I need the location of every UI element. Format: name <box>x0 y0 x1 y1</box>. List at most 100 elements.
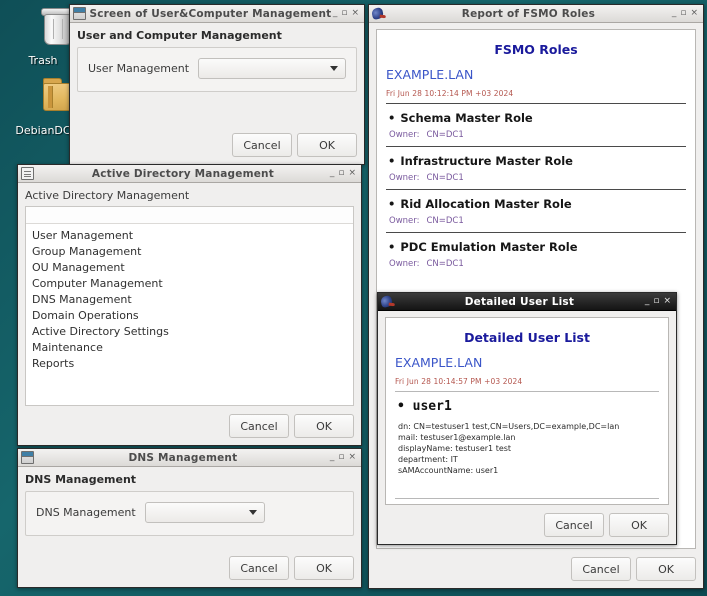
minimize-button[interactable]: _ <box>330 169 335 178</box>
fsmo-role-name: • Infrastructure Master Role <box>388 154 573 168</box>
window-title: DNS Management <box>128 451 238 464</box>
report-heading: FSMO Roles <box>494 42 578 57</box>
user-attribute: sAMAccountName: user1 <box>398 466 499 475</box>
user-attribute: displayName: testuser1 test <box>398 444 512 453</box>
divider <box>386 146 686 147</box>
fsmo-role-owner: Owner: CN=DC1 <box>389 173 464 183</box>
list-item[interactable]: Maintenance <box>32 340 353 356</box>
ad-management-label: Active Directory Management <box>25 189 190 202</box>
listbox-header <box>26 207 353 224</box>
report-domain: EXAMPLE.LAN <box>386 67 474 82</box>
chevron-down-icon <box>330 66 338 71</box>
report-heading: Detailed User List <box>464 330 590 345</box>
window-dns-management[interactable]: DNS Management _ ▫ × DNS Management DNS … <box>17 448 362 588</box>
maximize-button[interactable]: ▫ <box>680 9 686 18</box>
fsmo-role-name: • PDC Emulation Master Role <box>388 240 578 254</box>
chevron-down-icon <box>248 510 257 515</box>
titlebar-dns-management[interactable]: DNS Management _ ▫ × <box>18 449 361 467</box>
ok-button[interactable]: OK <box>609 513 669 537</box>
user-entry-name: • user1 <box>397 399 452 414</box>
cancel-button[interactable]: Cancel <box>229 556 289 580</box>
detailed-user-list-pane: Detailed User List EXAMPLE.LAN Fri Jun 2… <box>385 317 669 505</box>
dns-management-combobox[interactable] <box>144 502 265 523</box>
ok-button[interactable]: OK <box>297 133 357 157</box>
cancel-button[interactable]: Cancel <box>232 133 292 157</box>
fsmo-role-owner: Owner: CN=DC1 <box>389 259 464 269</box>
bullet-icon: • <box>388 154 396 168</box>
divider <box>386 232 686 233</box>
window-title: Report of FSMO Roles <box>461 7 596 20</box>
divider <box>395 391 659 392</box>
window-icon <box>73 7 86 20</box>
maximize-button[interactable]: ▫ <box>341 9 347 18</box>
group-title: User and Computer Management <box>77 29 282 42</box>
bullet-icon: • <box>397 399 405 414</box>
fsmo-role-owner: Owner: CN=DC1 <box>389 130 464 140</box>
bird-icon <box>379 294 394 309</box>
fsmo-role-name: • Rid Allocation Master Role <box>388 197 572 211</box>
minimize-button[interactable]: _ <box>645 297 650 306</box>
window-active-directory-management[interactable]: Active Directory Management _ ▫ × Active… <box>17 164 362 446</box>
list-icon <box>21 167 34 180</box>
maximize-button[interactable]: ▫ <box>338 169 344 178</box>
desktop-icon-label: Trash <box>28 54 58 67</box>
bullet-icon: • <box>388 111 396 125</box>
user-management-group: User Management <box>77 47 357 92</box>
bullet-icon: • <box>388 197 396 211</box>
group-title: DNS Management <box>25 473 137 486</box>
ad-management-listbox[interactable]: User Management Group Management OU Mana… <box>25 206 354 406</box>
close-button[interactable]: × <box>348 453 356 462</box>
list-item[interactable]: Computer Management <box>32 276 353 292</box>
list-item[interactable]: OU Management <box>32 260 353 276</box>
fsmo-role-name: • Schema Master Role <box>388 111 533 125</box>
list-item[interactable]: Reports <box>32 356 353 372</box>
window-detailed-user-list[interactable]: Detailed User List _ ▫ × Detailed User L… <box>377 292 677 545</box>
bullet-icon: • <box>388 240 396 254</box>
close-button[interactable]: × <box>690 9 698 18</box>
window-icon <box>21 451 34 464</box>
window-title: Detailed User List <box>464 295 575 308</box>
list-item[interactable]: Group Management <box>32 244 353 260</box>
user-attributes: dn: CN=testuser1 test,CN=Users,DC=exampl… <box>398 421 659 476</box>
report-domain: EXAMPLE.LAN <box>395 355 483 370</box>
dns-management-group: DNS Management <box>25 491 354 536</box>
ok-button[interactable]: OK <box>294 556 354 580</box>
cancel-button[interactable]: Cancel <box>571 557 631 581</box>
list-item[interactable]: DNS Management <box>32 292 353 308</box>
close-button[interactable]: × <box>663 297 671 306</box>
titlebar-detailed-user-list[interactable]: Detailed User List _ ▫ × <box>378 293 676 311</box>
user-management-label: User Management <box>88 62 190 75</box>
cancel-button[interactable]: Cancel <box>544 513 604 537</box>
titlebar-fsmo-report[interactable]: Report of FSMO Roles _ ▫ × <box>369 5 703 23</box>
list-item[interactable]: Domain Operations <box>32 308 353 324</box>
maximize-button[interactable]: ▫ <box>338 453 344 462</box>
fsmo-role-owner: Owner: CN=DC1 <box>389 216 464 226</box>
ad-management-list: User Management Group Management OU Mana… <box>32 228 353 372</box>
dns-management-label: DNS Management <box>36 506 136 519</box>
minimize-button[interactable]: _ <box>672 9 677 18</box>
close-button[interactable]: × <box>351 9 359 18</box>
minimize-button[interactable]: _ <box>333 9 338 18</box>
titlebar-user-computer-management[interactable]: Screen of User&Computer Management _ ▫ × <box>70 5 364 23</box>
close-button[interactable]: × <box>348 169 356 178</box>
divider <box>395 498 659 499</box>
user-attribute: dn: CN=testuser1 test,CN=Users,DC=exampl… <box>398 422 620 431</box>
window-user-computer-management[interactable]: Screen of User&Computer Management _ ▫ ×… <box>69 4 365 165</box>
list-item[interactable]: User Management <box>32 228 353 244</box>
titlebar-active-directory-management[interactable]: Active Directory Management _ ▫ × <box>18 165 361 183</box>
list-item[interactable]: Active Directory Settings <box>32 324 353 340</box>
user-attribute: mail: testuser1@example.lan <box>398 433 516 442</box>
ok-button[interactable]: OK <box>636 557 696 581</box>
divider <box>386 103 686 104</box>
window-title: Screen of User&Computer Management <box>89 7 332 20</box>
desktop-icon-label: DebianDC <box>15 124 71 137</box>
user-attribute: department: IT <box>398 455 458 464</box>
divider <box>386 189 686 190</box>
maximize-button[interactable]: ▫ <box>653 297 659 306</box>
ok-button[interactable]: OK <box>294 414 354 438</box>
user-management-combobox[interactable] <box>198 58 346 79</box>
report-timestamp: Fri Jun 28 10:14:57 PM +03 2024 <box>395 377 523 386</box>
window-title: Active Directory Management <box>91 167 274 180</box>
cancel-button[interactable]: Cancel <box>229 414 289 438</box>
minimize-button[interactable]: _ <box>330 453 335 462</box>
